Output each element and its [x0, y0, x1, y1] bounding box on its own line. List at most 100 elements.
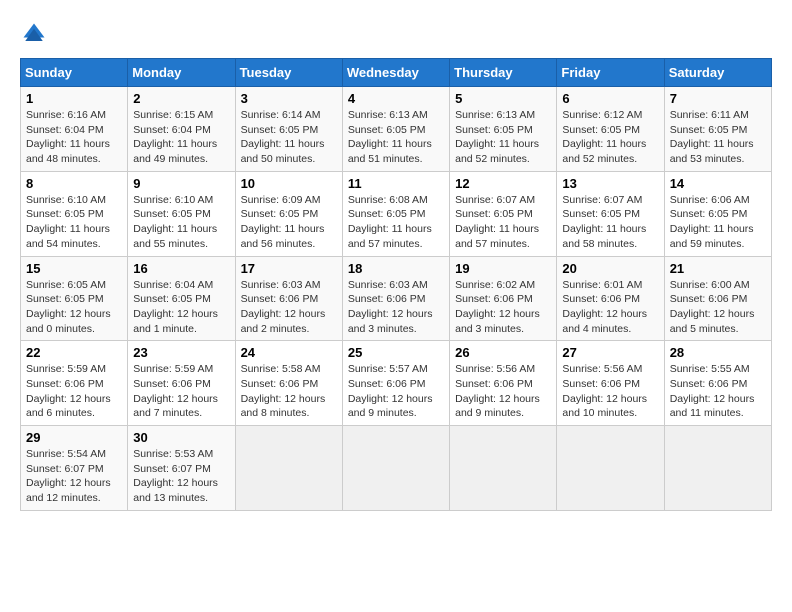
calendar-day-30: 30 Sunrise: 5:53 AMSunset: 6:07 PMDayligh… — [128, 426, 235, 511]
calendar-day-21: 21 Sunrise: 6:00 AMSunset: 6:06 PMDayligh… — [664, 256, 771, 341]
weekday-header-tuesday: Tuesday — [235, 59, 342, 87]
day-number: 5 — [455, 91, 551, 106]
calendar-day-24: 24Sunrise: 5:58 AMSunset: 6:06 PMDayligh… — [235, 341, 342, 426]
day-number: 16 — [133, 261, 229, 276]
day-number: 6 — [562, 91, 658, 106]
day-info: Sunrise: 6:05 AMSunset: 6:05 PMDaylight:… — [26, 279, 111, 335]
calendar-day-2: 2Sunrise: 6:15 AMSunset: 6:04 PMDaylight… — [128, 87, 235, 172]
calendar-day-16: 16 Sunrise: 6:04 AMSunset: 6:05 PMDayligh… — [128, 256, 235, 341]
calendar-day-10: 10 Sunrise: 6:09 AMSunset: 6:05 PMDayligh… — [235, 171, 342, 256]
day-info: Sunrise: 6:07 AMSunset: 6:05 PMDaylight:… — [562, 194, 646, 250]
day-number: 15 — [26, 261, 122, 276]
day-info: Sunrise: 5:56 AMSunset: 6:06 PMDaylight:… — [562, 363, 647, 419]
calendar-day-27: 27 Sunrise: 5:56 AMSunset: 6:06 PMDayligh… — [557, 341, 664, 426]
day-info: Sunrise: 6:12 AMSunset: 6:05 PMDaylight:… — [562, 109, 646, 165]
day-info: Sunrise: 6:00 AMSunset: 6:06 PMDaylight:… — [670, 279, 755, 335]
day-info: Sunrise: 6:02 AMSunset: 6:06 PMDaylight:… — [455, 279, 540, 335]
calendar-day-20: 20 Sunrise: 6:01 AMSunset: 6:06 PMDayligh… — [557, 256, 664, 341]
day-number: 30 — [133, 430, 229, 445]
calendar-day-11: 11 Sunrise: 6:08 AMSunset: 6:05 PMDayligh… — [342, 171, 449, 256]
calendar-day-8: 8 Sunrise: 6:10 AMSunset: 6:05 PMDaylight… — [21, 171, 128, 256]
day-number: 19 — [455, 261, 551, 276]
empty-cell — [235, 426, 342, 511]
calendar-day-1: 1 Sunrise: 6:16 AMSunset: 6:04 PMDaylight… — [21, 87, 128, 172]
day-info: Sunrise: 6:13 AMSunset: 6:05 PMDaylight:… — [348, 109, 432, 165]
page-header — [20, 20, 772, 48]
logo-icon — [20, 20, 48, 48]
calendar-day-29: 29 Sunrise: 5:54 AMSunset: 6:07 PMDayligh… — [21, 426, 128, 511]
calendar-day-9: 9 Sunrise: 6:10 AMSunset: 6:05 PMDaylight… — [128, 171, 235, 256]
calendar-day-25: 25 Sunrise: 5:57 AMSunset: 6:06 PMDayligh… — [342, 341, 449, 426]
day-number: 27 — [562, 345, 658, 360]
calendar-table: SundayMondayTuesdayWednesdayThursdayFrid… — [20, 58, 772, 511]
day-number: 12 — [455, 176, 551, 191]
weekday-header-wednesday: Wednesday — [342, 59, 449, 87]
day-number: 26 — [455, 345, 551, 360]
day-info: Sunrise: 6:10 AMSunset: 6:05 PMDaylight:… — [133, 194, 217, 250]
empty-cell — [664, 426, 771, 511]
weekday-header-monday: Monday — [128, 59, 235, 87]
empty-cell — [342, 426, 449, 511]
logo — [20, 20, 52, 48]
day-number: 4 — [348, 91, 444, 106]
day-number: 20 — [562, 261, 658, 276]
day-info: Sunrise: 5:55 AMSunset: 6:06 PMDaylight:… — [670, 363, 755, 419]
calendar-day-7: 7Sunrise: 6:11 AMSunset: 6:05 PMDaylight… — [664, 87, 771, 172]
day-info: Sunrise: 6:11 AMSunset: 6:05 PMDaylight:… — [670, 109, 754, 165]
calendar-day-18: 18Sunrise: 6:03 AMSunset: 6:06 PMDayligh… — [342, 256, 449, 341]
day-number: 17 — [241, 261, 337, 276]
calendar-day-19: 19 Sunrise: 6:02 AMSunset: 6:06 PMDayligh… — [450, 256, 557, 341]
day-number: 2 — [133, 91, 229, 106]
day-number: 22 — [26, 345, 122, 360]
weekday-header-friday: Friday — [557, 59, 664, 87]
calendar-day-15: 15 Sunrise: 6:05 AMSunset: 6:05 PMDayligh… — [21, 256, 128, 341]
day-info: Sunrise: 6:01 AMSunset: 6:06 PMDaylight:… — [562, 279, 647, 335]
day-info: Sunrise: 5:57 AMSunset: 6:06 PMDaylight:… — [348, 363, 433, 419]
calendar-day-23: 23 Sunrise: 5:59 AMSunset: 6:06 PMDayligh… — [128, 341, 235, 426]
empty-cell — [557, 426, 664, 511]
day-number: 3 — [241, 91, 337, 106]
day-number: 29 — [26, 430, 122, 445]
day-info: Sunrise: 5:59 AMSunset: 6:06 PMDaylight:… — [26, 363, 111, 419]
day-info: Sunrise: 6:07 AMSunset: 6:05 PMDaylight:… — [455, 194, 539, 250]
calendar-day-6: 6 Sunrise: 6:12 AMSunset: 6:05 PMDaylight… — [557, 87, 664, 172]
day-number: 9 — [133, 176, 229, 191]
day-info: Sunrise: 5:59 AMSunset: 6:06 PMDaylight:… — [133, 363, 218, 419]
calendar-day-3: 3 Sunrise: 6:14 AMSunset: 6:05 PMDaylight… — [235, 87, 342, 172]
day-info: Sunrise: 6:14 AMSunset: 6:05 PMDaylight:… — [241, 109, 325, 165]
day-number: 10 — [241, 176, 337, 191]
calendar-day-14: 14 Sunrise: 6:06 AMSunset: 6:05 PMDayligh… — [664, 171, 771, 256]
day-number: 23 — [133, 345, 229, 360]
day-number: 28 — [670, 345, 766, 360]
day-number: 21 — [670, 261, 766, 276]
day-info: Sunrise: 6:13 AMSunset: 6:05 PMDaylight:… — [455, 109, 539, 165]
day-info: Sunrise: 5:56 AMSunset: 6:06 PMDaylight:… — [455, 363, 540, 419]
empty-cell — [450, 426, 557, 511]
day-info: Sunrise: 5:53 AMSunset: 6:07 PMDaylight:… — [133, 448, 218, 504]
day-info: Sunrise: 5:58 AMSunset: 6:06 PMDaylight:… — [241, 363, 326, 419]
day-number: 11 — [348, 176, 444, 191]
calendar-day-22: 22 Sunrise: 5:59 AMSunset: 6:06 PMDayligh… — [21, 341, 128, 426]
day-info: Sunrise: 6:03 AMSunset: 6:06 PMDaylight:… — [241, 279, 326, 335]
weekday-header-thursday: Thursday — [450, 59, 557, 87]
calendar-day-13: 13 Sunrise: 6:07 AMSunset: 6:05 PMDayligh… — [557, 171, 664, 256]
day-number: 13 — [562, 176, 658, 191]
day-number: 1 — [26, 91, 122, 106]
day-number: 25 — [348, 345, 444, 360]
weekday-header-saturday: Saturday — [664, 59, 771, 87]
day-number: 8 — [26, 176, 122, 191]
day-info: Sunrise: 6:09 AMSunset: 6:05 PMDaylight:… — [241, 194, 325, 250]
calendar-day-17: 17 Sunrise: 6:03 AMSunset: 6:06 PMDayligh… — [235, 256, 342, 341]
day-number: 14 — [670, 176, 766, 191]
day-info: Sunrise: 6:04 AMSunset: 6:05 PMDaylight:… — [133, 279, 218, 335]
day-info: Sunrise: 5:54 AMSunset: 6:07 PMDaylight:… — [26, 448, 111, 504]
day-info: Sunrise: 6:10 AMSunset: 6:05 PMDaylight:… — [26, 194, 110, 250]
day-info: Sunrise: 6:08 AMSunset: 6:05 PMDaylight:… — [348, 194, 432, 250]
day-info: Sunrise: 6:06 AMSunset: 6:05 PMDaylight:… — [670, 194, 754, 250]
day-info: Sunrise: 6:03 AMSunset: 6:06 PMDaylight:… — [348, 279, 433, 335]
calendar-day-12: 12 Sunrise: 6:07 AMSunset: 6:05 PMDayligh… — [450, 171, 557, 256]
weekday-header-sunday: Sunday — [21, 59, 128, 87]
day-info: Sunrise: 6:16 AMSunset: 6:04 PMDaylight:… — [26, 109, 110, 165]
calendar-day-5: 5 Sunrise: 6:13 AMSunset: 6:05 PMDaylight… — [450, 87, 557, 172]
calendar-day-4: 4 Sunrise: 6:13 AMSunset: 6:05 PMDaylight… — [342, 87, 449, 172]
